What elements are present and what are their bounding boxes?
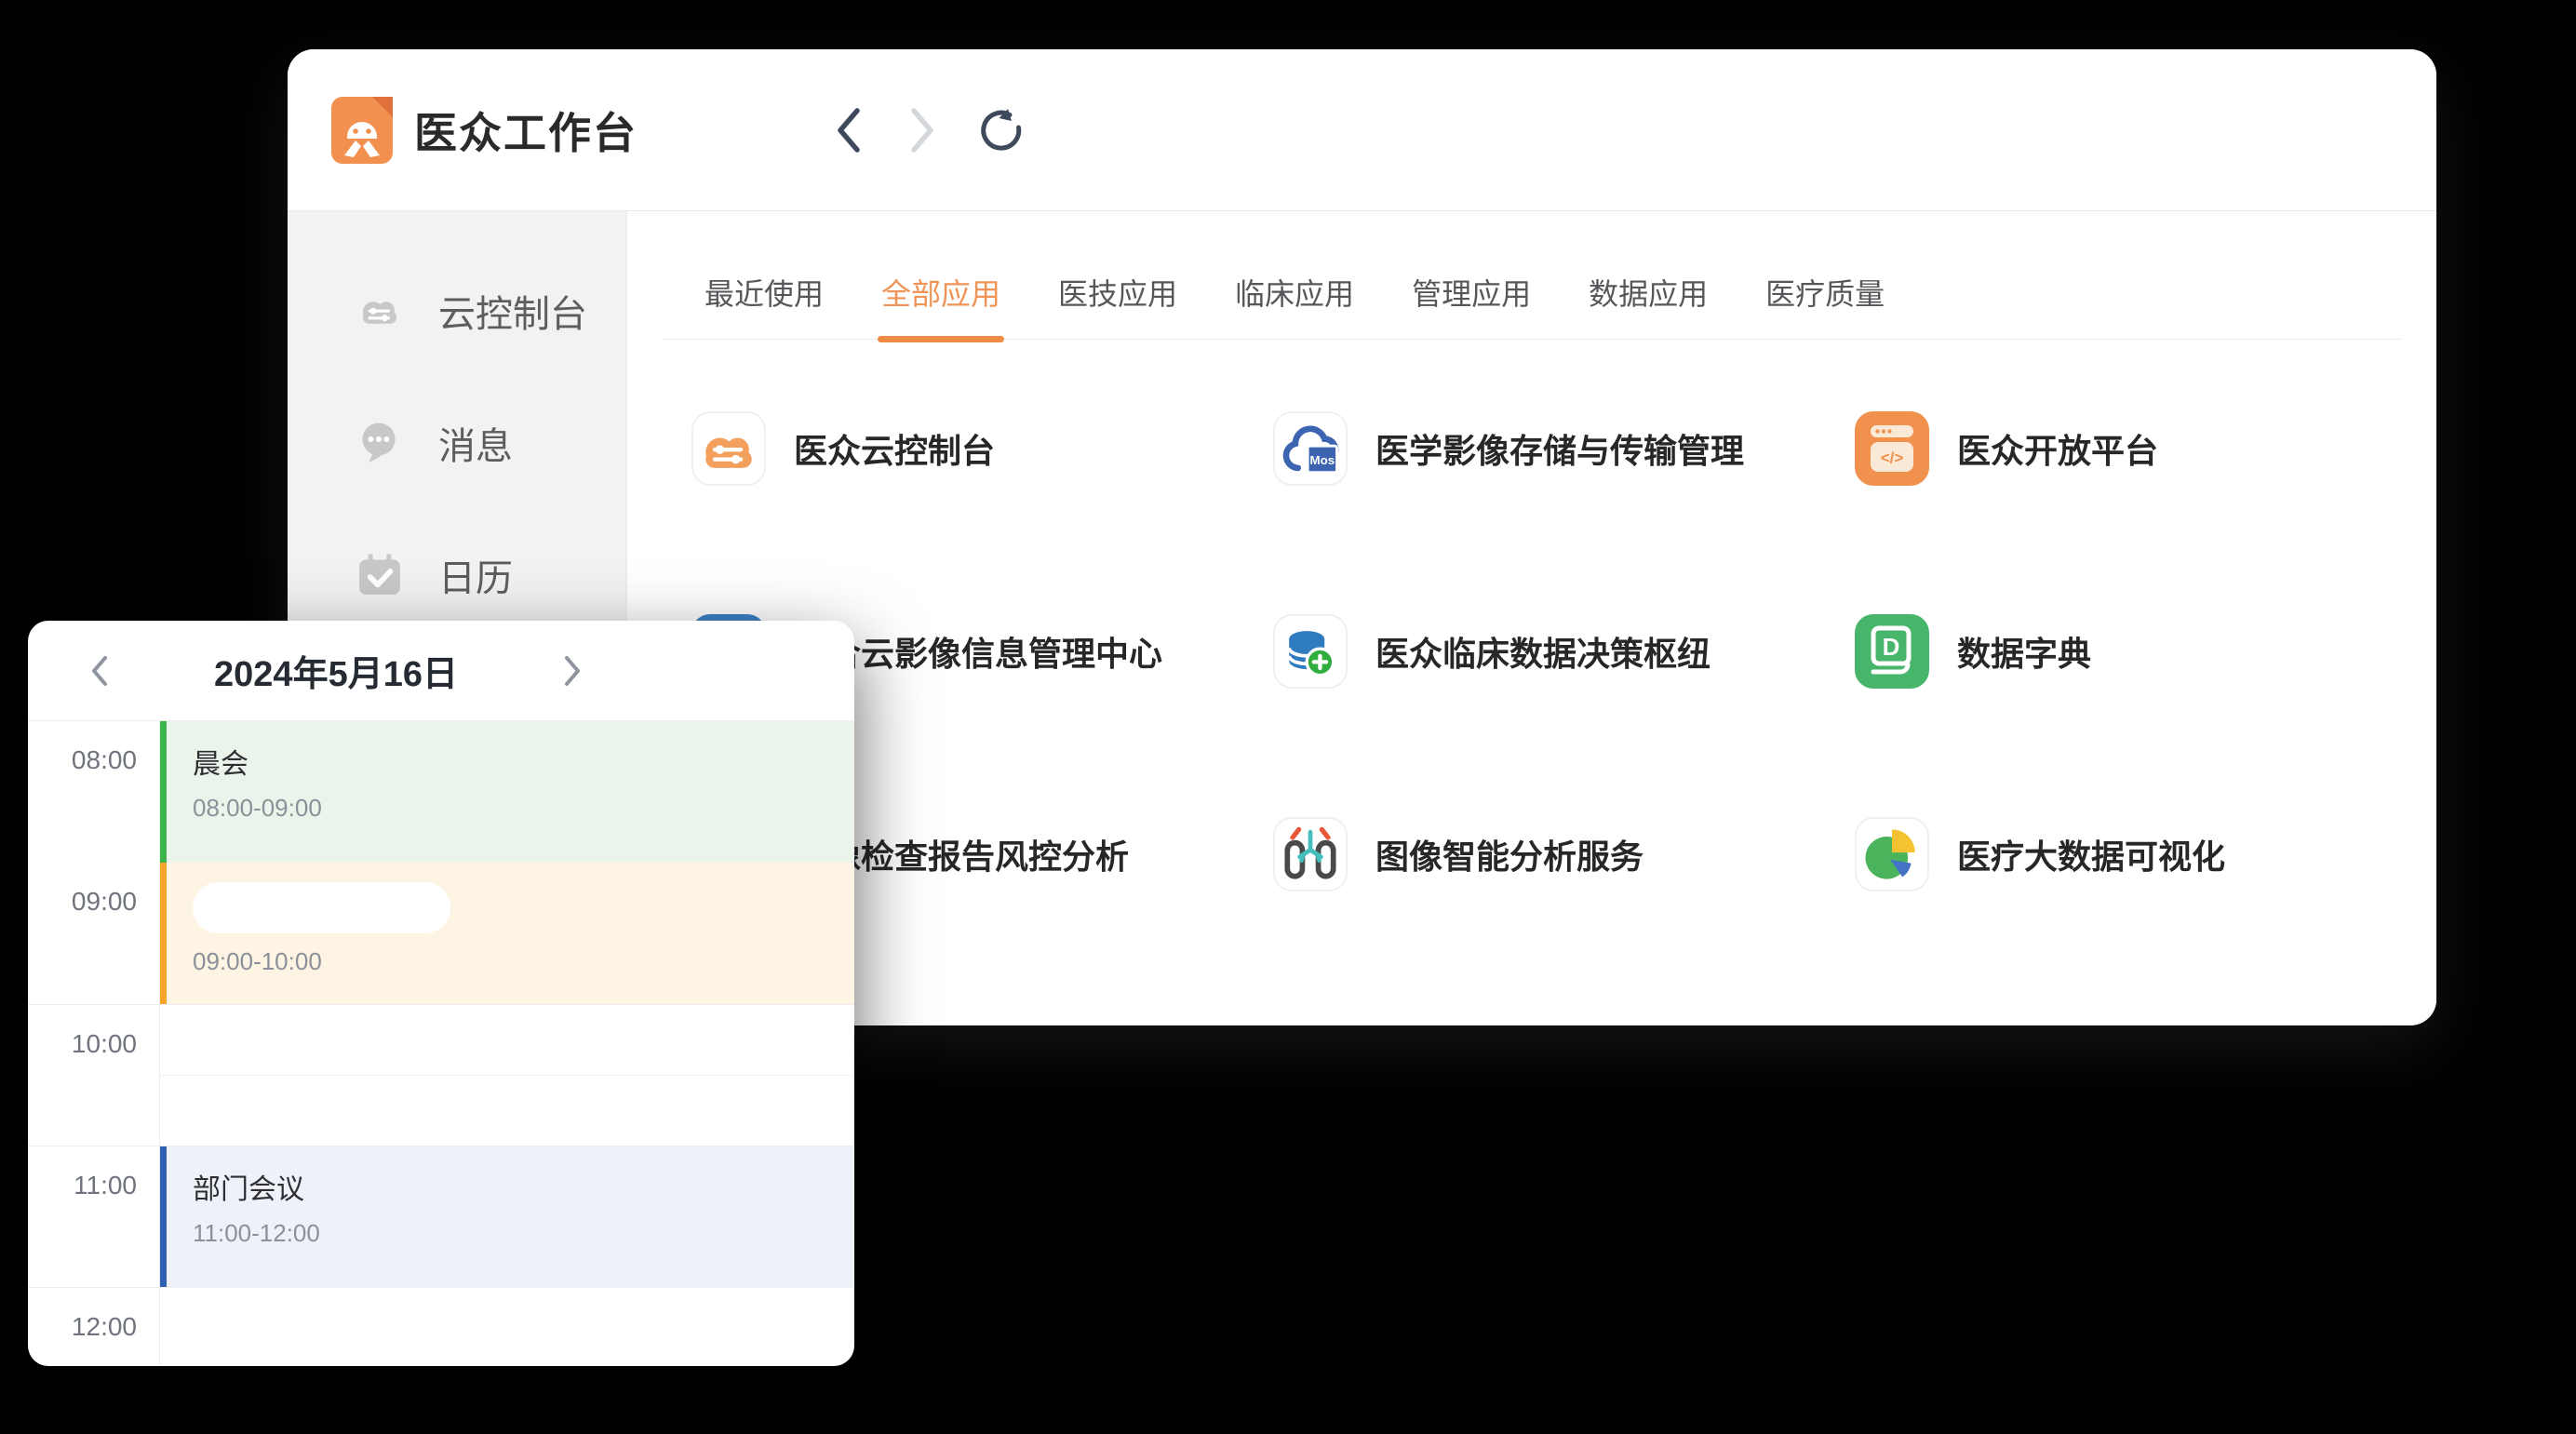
calendar-row-0800: 08:00 晨会 08:00-09:00 (28, 721, 854, 863)
app-image-storage-transfer[interactable]: Mos 医学影像存储与传输管理 (1273, 411, 1855, 486)
sidebar-item-label: 消息 (438, 416, 513, 470)
event-morning-meeting[interactable]: 晨会 08:00-09:00 (160, 721, 854, 863)
calendar-header: 2024年5月16日 (28, 621, 854, 721)
back-button[interactable] (832, 104, 865, 156)
app-label: 医众开放平台 (1957, 424, 2158, 473)
svg-text:D: D (1883, 633, 1900, 661)
app-image-ai-service[interactable]: 图像智能分析服务 (1273, 817, 1855, 891)
app-bigdata-visualization[interactable]: 医疗大数据可视化 (1855, 817, 2436, 891)
calendar-row-1100: 11:00 部门会议 11:00-12:00 (28, 1146, 854, 1287)
chat-bubble-icon (356, 420, 403, 466)
app-label: 医众临床数据决策枢纽 (1375, 627, 1711, 676)
mos-cloud-icon: Mos (1273, 411, 1348, 486)
content-area: 最近使用 全部应用 医技应用 临床应用 管理应用 数据应用 医疗质量 (627, 211, 2436, 1025)
event-time: 11:00-12:00 (193, 1219, 854, 1248)
event-department-meeting[interactable]: 部门会议 11:00-12:00 (160, 1146, 854, 1287)
cloud-console-icon (691, 411, 766, 486)
app-clinical-data-hub[interactable]: 医众临床数据决策枢纽 (1273, 614, 1855, 689)
nav-group (832, 49, 1024, 211)
tab-recent[interactable]: 最近使用 (704, 271, 824, 339)
event-title: 晨会 (193, 741, 854, 782)
svg-text:</>: </> (1881, 449, 1904, 467)
time-label: 09:00 (28, 863, 160, 1004)
window-title: 医众工作台 (414, 100, 637, 161)
calendar-check-icon (356, 552, 403, 598)
pie-chart-icon (1855, 817, 1929, 891)
svg-text:Mos: Mos (1310, 453, 1335, 467)
app-label: 医学影像存储与传输管理 (1375, 424, 1744, 473)
redacted-title-pill (193, 882, 450, 933)
calendar-panel: 2024年5月16日 08:00 晨会 08:00-09:00 09:00 09… (28, 621, 854, 1366)
event-time: 08:00-09:00 (193, 794, 854, 823)
forward-button[interactable] (906, 104, 939, 156)
lungs-ai-icon (1273, 817, 1348, 891)
app-open-platform[interactable]: </> 医众开放平台 (1855, 411, 2436, 486)
time-label: 12:00 (28, 1288, 160, 1366)
sidebar-item-cloud-console[interactable]: 云控制台 (288, 245, 626, 377)
cloud-sliders-icon (356, 288, 403, 334)
chevron-right-icon (906, 104, 939, 156)
app-cloud-console[interactable]: 医众云控制台 (691, 411, 1273, 486)
refresh-icon (979, 108, 1024, 153)
app-label: 医疗大数据可视化 (1957, 830, 2225, 878)
tab-all-apps[interactable]: 全部应用 (881, 271, 1000, 339)
sidebar-item-label: 云控制台 (438, 284, 587, 338)
app-label: 医众云控制台 (794, 424, 995, 473)
chevron-left-icon (832, 104, 865, 156)
calendar-body: 08:00 晨会 08:00-09:00 09:00 09:00-10:00 1… (28, 721, 854, 1366)
tab-admin-apps[interactable]: 管理应用 (1412, 271, 1531, 339)
sidebar-item-messages[interactable]: 消息 (288, 377, 626, 509)
window-header: 医众工作台 (288, 49, 2436, 211)
event-title: 部门会议 (193, 1166, 854, 1207)
tab-medtech-apps[interactable]: 医技应用 (1058, 271, 1177, 339)
sidebar-item-label: 日历 (438, 548, 513, 602)
calendar-row-0900: 09:00 09:00-10:00 (28, 863, 854, 1004)
refresh-button[interactable] (979, 108, 1024, 153)
app-logo-icon (331, 97, 393, 164)
chevron-left-icon (89, 654, 110, 688)
time-label: 08:00 (28, 721, 160, 863)
tab-quality[interactable]: 医疗质量 (1765, 271, 1885, 339)
calendar-row-1000: 10:00 (28, 1004, 854, 1146)
tabs-bar: 最近使用 全部应用 医技应用 临床应用 管理应用 数据应用 医疗质量 (663, 211, 2401, 340)
data-dictionary-icon: D (1855, 614, 1929, 689)
event-time: 09:00-10:00 (193, 947, 854, 976)
app-grid: 医众云控制台 Mos 医学影像存储与传输管理 (691, 411, 2436, 891)
chevron-right-icon (562, 654, 583, 688)
event-redacted[interactable]: 09:00-10:00 (160, 863, 854, 1004)
calendar-row-1200: 12:00 (28, 1287, 854, 1366)
app-label: 数据字典 (1957, 627, 2091, 676)
open-platform-icon: </> (1855, 411, 1929, 486)
app-data-dictionary[interactable]: D 数据字典 (1855, 614, 2436, 689)
calendar-next-button[interactable] (555, 621, 590, 721)
calendar-date-label: 2024年5月16日 (117, 645, 555, 696)
app-label: 图像智能分析服务 (1375, 830, 1644, 878)
tab-clinical-apps[interactable]: 临床应用 (1235, 271, 1354, 339)
calendar-prev-button[interactable] (82, 621, 117, 721)
tab-data-apps[interactable]: 数据应用 (1589, 271, 1708, 339)
clinical-database-icon (1273, 614, 1348, 689)
time-label: 10:00 (28, 1005, 160, 1146)
time-label: 11:00 (28, 1146, 160, 1287)
